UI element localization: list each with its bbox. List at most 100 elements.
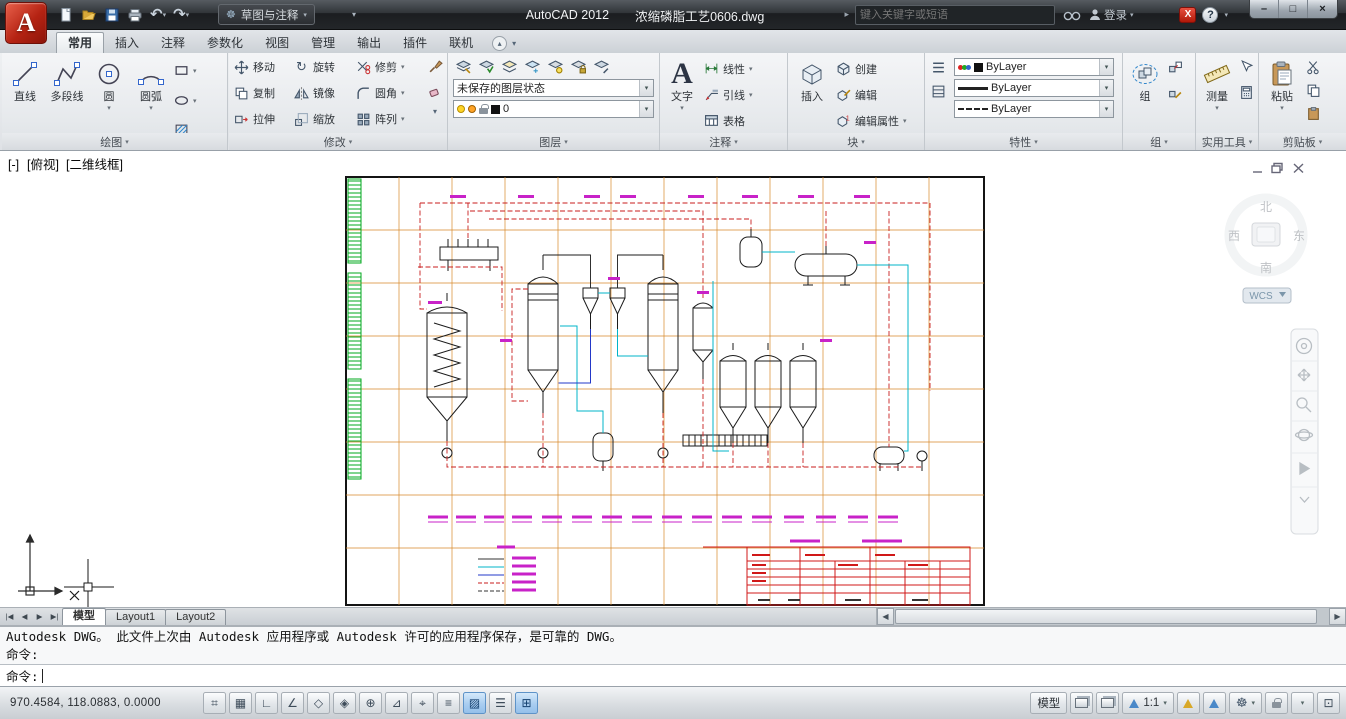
undo-caret-icon[interactable]: ▾ [163,11,167,19]
osnap3d-toggle[interactable]: ◈ [333,692,356,714]
trim-button[interactable]: 修剪 [354,55,428,80]
plot-button[interactable] [125,4,145,25]
snap-toggle[interactable]: ⌗ [203,692,226,714]
line-button[interactable]: 直线 [4,54,46,132]
tab-view[interactable]: 视图 [254,33,300,53]
draw-panel-title[interactable]: 绘图 [2,133,227,150]
create-block-button[interactable]: 创建 [834,56,909,81]
scale-button[interactable]: 缩放 [292,107,354,132]
dynamic-input-toggle[interactable]: ⌖ [411,692,434,714]
layer-dropdown[interactable]: 0 ▾ [453,100,654,118]
selection-cycling-toggle[interactable]: ⊞ [515,692,538,714]
layers-panel-title[interactable]: 图层 [448,133,659,150]
quick-properties-toggle[interactable]: ☰ [489,692,512,714]
viewcube-east[interactable]: 东 [1293,229,1305,243]
cut-button[interactable] [1303,58,1323,77]
viewcube-west[interactable]: 西 [1228,229,1240,243]
help-button[interactable]: ? [1202,7,1218,23]
grid-toggle[interactable]: ▦ [229,692,252,714]
groups-panel-title[interactable]: 组 [1123,133,1195,150]
layer-freeze-button[interactable] [522,57,542,76]
scrollbar-track[interactable] [894,608,1329,625]
last-tab-button[interactable]: ▶| [47,612,62,621]
minimize-button[interactable]: – [1250,0,1279,18]
doc-close-icon[interactable] [1294,164,1303,173]
properties-list-button[interactable] [928,82,948,101]
rectangle-tool-button[interactable] [172,58,199,83]
paste-special-button[interactable] [1303,104,1323,123]
tab-output[interactable]: 输出 [346,33,392,53]
workspace-switch-button[interactable]: ☸▾ [1229,692,1262,714]
mirror-button[interactable]: 镜像 [292,81,354,106]
exchange-apps-button[interactable]: X [1179,7,1196,23]
rotate-button[interactable]: ↻旋转 [292,55,354,80]
navigation-bar[interactable] [1291,329,1318,534]
layer-state-caret-icon[interactable]: ▾ [639,80,653,96]
text-button[interactable]: A 文字 [662,54,702,132]
toolbar-lock-button[interactable] [1265,692,1288,714]
match-properties-button[interactable] [425,57,445,76]
tab-parametric[interactable]: 参数化 [196,33,254,53]
polar-toggle[interactable]: ∠ [281,692,304,714]
tab-model[interactable]: 模型 [62,608,106,625]
scrollbar-thumb[interactable] [895,609,1317,624]
coordinates-display[interactable]: 970.4584, 118.0883, 0.0000 [4,697,200,709]
viewport-menu-control[interactable]: [-] [8,158,19,172]
application-menu-button[interactable]: A [5,2,47,44]
polyline-button[interactable]: 多段线 [46,54,88,132]
modify-more-caret-icon[interactable]: ▾ [433,107,437,116]
scroll-right-button[interactable]: ▶ [1329,608,1346,625]
first-tab-button[interactable]: |◀ [2,612,17,621]
copy-clip-button[interactable] [1303,81,1323,100]
help-caret-icon[interactable]: ▾ [1224,11,1228,19]
fillet-button[interactable]: 圆角 [354,81,428,106]
layer-unlock-icon[interactable] [479,108,488,114]
properties-panel-title[interactable]: 特性 [925,133,1122,150]
annotation-visibility-button[interactable] [1177,692,1200,714]
annotation-autoscale-button[interactable] [1203,692,1226,714]
tab-plugins[interactable]: 插件 [392,33,438,53]
clean-screen-button[interactable]: ⊡ [1317,692,1340,714]
visual-style-control[interactable]: [二维线框] [66,158,123,172]
linetype-dropdown[interactable]: ByLayer ▾ [954,100,1114,118]
paste-button[interactable]: 粘贴 [1261,54,1303,132]
annotation-panel-title[interactable]: 注释 [660,133,787,150]
ungroup-button[interactable] [1165,58,1185,77]
layer-isolate-button[interactable] [499,57,519,76]
layer-thaw-sun-icon[interactable] [468,105,476,113]
tab-home[interactable]: 常用 [56,32,104,53]
save-button[interactable] [102,4,122,25]
table-button[interactable]: 表格 [702,108,755,133]
linetype-caret-icon[interactable]: ▾ [1099,101,1113,117]
status-bar-menu-button[interactable]: ▾ [1291,692,1314,714]
command-line-window[interactable]: Autodesk DWG。 此文件上次由 Autodesk 应用程序或 Auto… [0,625,1346,686]
sign-in-button[interactable]: 登录 ▾ [1089,7,1134,23]
layer-on-bulb-icon[interactable] [457,105,465,113]
layer-caret-icon[interactable]: ▾ [639,101,653,117]
modify-panel-title[interactable]: 修改 [229,133,447,150]
osnap-toggle[interactable]: ◇ [307,692,330,714]
ducs-toggle[interactable]: ⊿ [385,692,408,714]
ortho-toggle[interactable]: ∟ [255,692,278,714]
circle-button[interactable]: 圆 [88,54,130,132]
horizontal-scrollbar[interactable]: ◀ ▶ [876,608,1346,625]
maximize-button[interactable]: □ [1279,0,1308,18]
otrack-toggle[interactable]: ⊕ [359,692,382,714]
redo-caret-icon[interactable]: ▾ [186,11,190,19]
stretch-button[interactable]: 拉伸 [232,107,292,132]
tab-layout1[interactable]: Layout1 [105,609,166,625]
quick-select-button[interactable] [1236,58,1256,77]
tab-insert[interactable]: 插入 [104,33,150,53]
layer-state-dropdown[interactable]: 未保存的图层状态 ▾ [453,79,654,97]
quick-view-drawings-button[interactable] [1096,692,1119,714]
redo-button[interactable]: ↷▾ [171,4,191,25]
search-button[interactable] [1061,4,1083,25]
model-space-button[interactable]: 模型 [1030,692,1067,714]
workspace-dropdown[interactable]: ☸ 草图与注释 ▾ [218,4,315,25]
utilities-panel-title[interactable]: 实用工具 [1196,133,1258,150]
ellipse-tool-button[interactable] [172,88,199,113]
copy-button[interactable]: 复制 [232,81,292,106]
next-tab-button[interactable]: ▶ [32,612,47,621]
layer-color-swatch[interactable] [491,105,500,114]
clipboard-panel-title[interactable]: 剪贴板 [1259,133,1346,150]
